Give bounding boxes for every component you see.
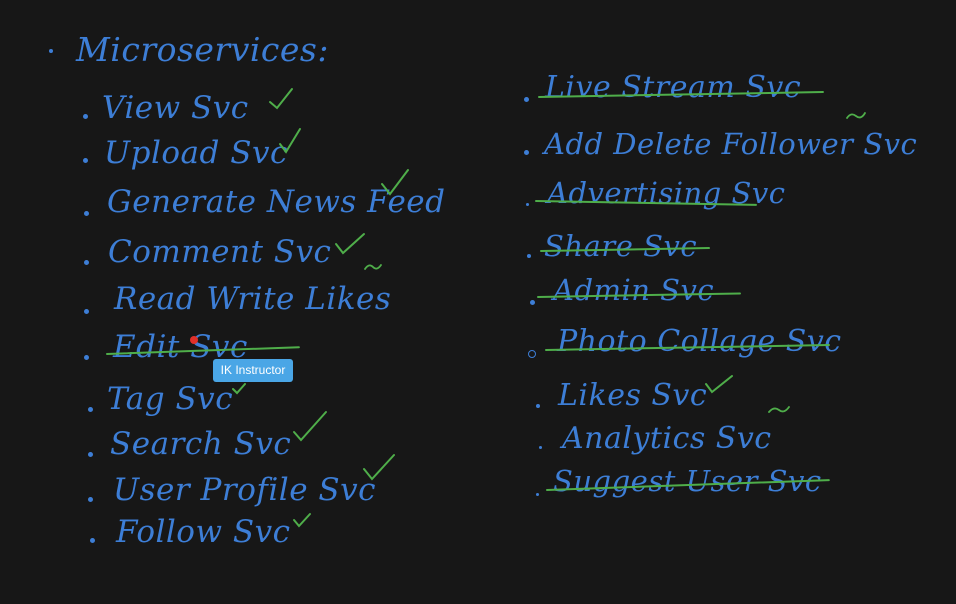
list-item-bullet <box>84 309 89 314</box>
list-item-bullet <box>536 404 540 408</box>
board-title: Microservices: <box>76 30 329 69</box>
list-item-bullet <box>88 407 93 412</box>
list-item-bullet <box>90 538 95 543</box>
check-icon <box>293 513 311 528</box>
list-item: Read Write Likes <box>114 281 392 317</box>
list-item-bullet <box>83 114 88 119</box>
list-item: Share Svc <box>544 229 698 263</box>
list-item: Follow Svc <box>116 514 291 550</box>
list-item: Live Stream Svc <box>545 70 802 105</box>
list-item: Likes Svc <box>558 378 708 413</box>
laser-pointer-dot <box>190 336 198 344</box>
pointer-name-tag: IK Instructor <box>213 359 293 382</box>
list-item-bullet <box>84 211 89 216</box>
list-item: Add Delete Follower Svc <box>544 127 918 161</box>
list-item-bullet <box>88 497 93 502</box>
check-icon <box>232 383 246 395</box>
list-item-bullet <box>524 150 529 155</box>
list-item: View Svc <box>102 90 249 126</box>
list-item: Analytics Svc <box>562 421 772 456</box>
check-icon <box>381 169 409 196</box>
tilde-icon <box>846 112 866 119</box>
list-item-bullet <box>527 254 531 258</box>
list-item-bullet <box>528 350 536 358</box>
list-item: Tag Svc <box>107 381 234 417</box>
tilde-icon <box>364 264 382 270</box>
list-item-bullet <box>524 97 529 102</box>
list-item-bullet <box>530 300 535 305</box>
list-item: Search Svc <box>110 426 292 462</box>
title-bullet <box>49 49 53 53</box>
list-item-bullet <box>84 355 89 360</box>
list-item-bullet <box>84 260 89 265</box>
check-icon <box>705 375 733 394</box>
list-item-bullet <box>88 452 93 457</box>
check-icon <box>293 411 327 442</box>
list-item-bullet <box>536 493 539 496</box>
check-icon <box>363 454 395 481</box>
check-icon <box>279 128 301 154</box>
check-icon <box>335 233 365 255</box>
tilde-icon <box>768 406 790 413</box>
whiteboard-canvas[interactable]: Microservices: View Svc Upload Svc Gener… <box>0 0 956 604</box>
list-item: Upload Svc <box>104 135 288 171</box>
list-item-bullet <box>539 446 542 449</box>
list-item: User Profile Svc <box>113 472 377 508</box>
list-item: Admin Svc <box>553 273 715 307</box>
list-item-bullet <box>83 158 88 163</box>
list-item-bullet <box>526 203 529 206</box>
list-item: Photo Collage Svc <box>557 324 842 359</box>
check-icon <box>269 88 293 110</box>
list-item: Comment Svc <box>108 234 332 270</box>
